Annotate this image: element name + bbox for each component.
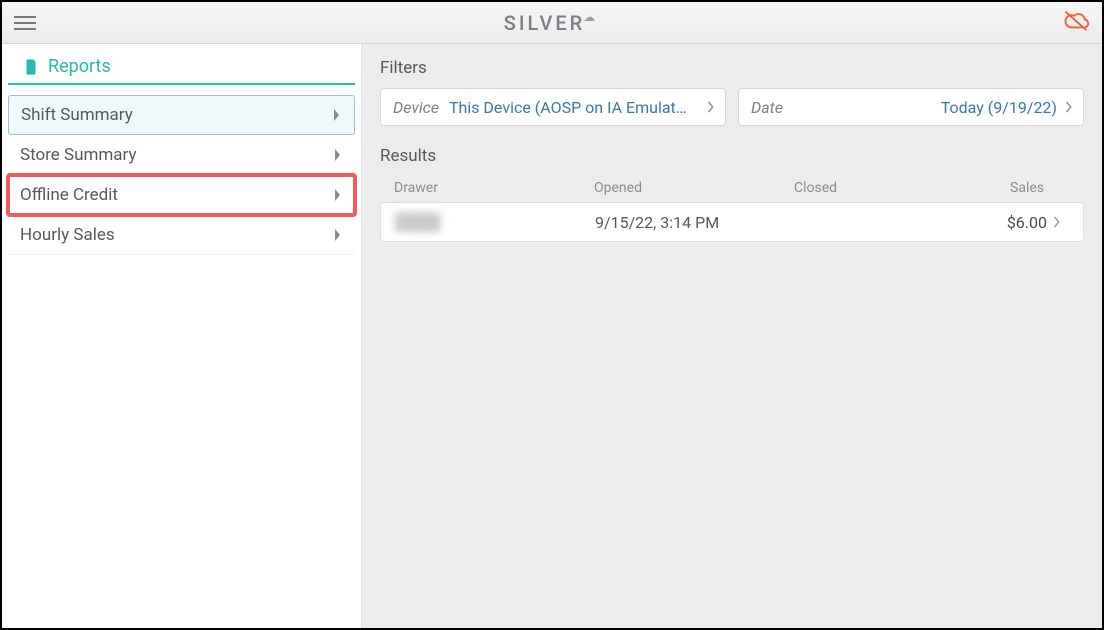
- chevron-right-icon: [332, 108, 342, 122]
- menu-icon[interactable]: [14, 16, 36, 30]
- col-closed: Closed: [794, 180, 964, 196]
- sidebar: Reports Shift Summary Store Summary Offl…: [2, 44, 362, 628]
- filter-device-value: This Device (AOSP on IA Emulat…: [449, 98, 699, 117]
- sidebar-item-label: Hourly Sales: [20, 225, 115, 245]
- filter-date[interactable]: Date Today (9/19/22): [738, 88, 1084, 126]
- sidebar-item-store-summary[interactable]: Store Summary: [8, 135, 355, 175]
- filters-title: Filters: [380, 58, 1084, 78]
- sidebar-item-label: Shift Summary: [21, 105, 133, 125]
- sidebar-item-hourly-sales[interactable]: Hourly Sales: [8, 215, 355, 255]
- chevron-right-icon: [1053, 216, 1061, 228]
- brand-logo: SILVER☁: [504, 11, 601, 35]
- results-row[interactable]: ████ 9/15/22, 3:14 PM $6.00: [380, 202, 1084, 242]
- topbar: SILVER☁: [2, 2, 1102, 44]
- cell-drawer: ████: [395, 212, 595, 232]
- col-opened: Opened: [594, 180, 794, 196]
- chevron-right-icon: [333, 148, 343, 162]
- col-drawer: Drawer: [394, 180, 594, 196]
- filter-device-label: Device: [393, 98, 439, 117]
- chevron-right-icon: [1065, 101, 1073, 113]
- document-icon: [22, 58, 40, 76]
- sidebar-item-label: Store Summary: [20, 145, 137, 165]
- main-panel: Filters Device This Device (AOSP on IA E…: [362, 44, 1102, 628]
- sidebar-list: Shift Summary Store Summary Offline Cred…: [2, 85, 361, 255]
- sidebar-title: Reports: [8, 44, 355, 85]
- cell-sales: $6.00: [967, 213, 1047, 232]
- chevron-right-icon: [333, 228, 343, 242]
- col-sales: Sales: [964, 180, 1044, 196]
- cell-opened: 9/15/22, 3:14 PM: [595, 213, 795, 232]
- filter-date-value: Today (9/19/22): [793, 98, 1057, 117]
- results-header: Drawer Opened Closed Sales: [380, 176, 1084, 202]
- sidebar-item-shift-summary[interactable]: Shift Summary: [8, 95, 355, 135]
- filter-date-label: Date: [751, 98, 783, 117]
- chevron-right-icon: [333, 188, 343, 202]
- cloud-offline-icon: [1062, 7, 1090, 39]
- sidebar-item-label: Offline Credit: [20, 185, 118, 205]
- results-title: Results: [380, 146, 1084, 166]
- chevron-right-icon: [707, 101, 715, 113]
- filter-device[interactable]: Device This Device (AOSP on IA Emulat…: [380, 88, 726, 126]
- sidebar-item-offline-credit[interactable]: Offline Credit: [8, 175, 355, 215]
